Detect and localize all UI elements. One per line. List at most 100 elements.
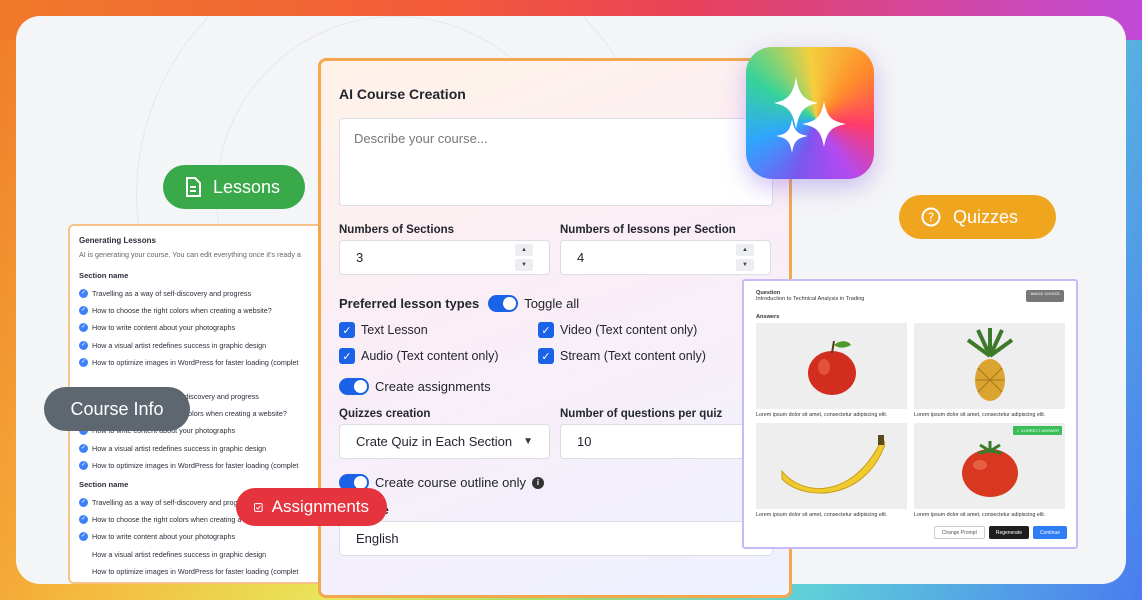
answer-option[interactable]: Lorem ipsum dolor sit amet, consectetur … xyxy=(756,323,907,418)
lesson-item[interactable]: ✓ How to optimize images in WordPress for… xyxy=(79,457,328,474)
question-circle-icon: ? xyxy=(921,207,941,227)
stepper[interactable]: ▲ ▼ xyxy=(736,244,754,271)
lesson-item[interactable]: ✓ Travelling as a way of self-discovery a… xyxy=(79,285,328,302)
outline-only-label: Create course outline only xyxy=(375,475,527,490)
pending-icon xyxy=(79,567,88,576)
questions-number-input[interactable]: 10 xyxy=(560,424,771,459)
lesson-item[interactable]: How to optimize images in WordPress for … xyxy=(79,563,328,580)
up-icon[interactable]: ▲ xyxy=(736,244,754,256)
sections-value: 3 xyxy=(356,250,364,265)
answer-option[interactable]: Lorem ipsum dolor sit amet, consectetur … xyxy=(756,423,907,518)
lesson-item[interactable]: ✓ How to choose the right colors when cre… xyxy=(79,302,328,319)
lesson-item[interactable]: ✓ How a visual artist redefines success i… xyxy=(79,337,328,354)
check-icon: ✓ xyxy=(79,460,88,470)
pending-icon xyxy=(79,550,88,559)
ai-course-creation-form: AI Course Creation Describe your course.… xyxy=(318,58,792,598)
create-assignments-label: Create assignments xyxy=(375,379,491,394)
checkbox-label: Text Lesson xyxy=(361,323,428,337)
quizzes-label: Quizzes creation xyxy=(339,408,431,420)
document-icon xyxy=(186,177,201,197)
chevron-down-icon: ▼ xyxy=(523,436,533,447)
check-icon: ✓ xyxy=(79,515,88,525)
quizzes-pill: ? Quizzes xyxy=(899,195,1056,239)
lesson-item[interactable]: ✓ How to write content about your photogr… xyxy=(79,319,328,336)
check-icon: ✓ xyxy=(79,532,88,542)
pill-label: Course Info xyxy=(70,398,164,419)
lesson-item[interactable]: ✓ How a visual artist redefines success i… xyxy=(79,440,328,457)
lesson-title: How to write content about your photogra… xyxy=(92,323,236,333)
check-icon: ✓ xyxy=(79,323,88,333)
correct-answer-badge: ✓ CORRECT ANSWER xyxy=(1013,426,1062,435)
check-icon: ✓ xyxy=(79,443,88,453)
answer-option[interactable]: Lorem ipsum dolor sit amet, consectetur … xyxy=(914,323,1065,418)
checkmark-icon: ✓ xyxy=(339,322,355,338)
continue-button[interactable]: Continue xyxy=(1032,526,1067,539)
check-icon: ✓ xyxy=(79,289,88,299)
panel-title: Generating Lessons xyxy=(79,236,156,245)
pill-label: Lessons xyxy=(213,176,281,197)
language-selected: English xyxy=(356,531,399,546)
lesson-item[interactable]: How a visual artist redefines success in… xyxy=(79,545,328,562)
question-text: Introduction to Technical Analysis in Tr… xyxy=(756,296,865,302)
quiz-preview-panel: Question Introduction to Technical Analy… xyxy=(742,279,1078,549)
panel-subtitle: AI is generating your course. You can ed… xyxy=(79,250,301,259)
change-prompt-button[interactable]: Change Prompt xyxy=(933,526,985,539)
info-icon[interactable]: i xyxy=(532,476,545,489)
lesson-item[interactable]: ✓ How to optimize images in WordPress for… xyxy=(79,354,328,371)
check-icon: ✓ xyxy=(79,306,88,316)
answer-caption: Lorem ipsum dolor sit amet, consectetur … xyxy=(756,512,888,518)
course-description-input[interactable]: Describe your course... xyxy=(339,118,773,206)
checkbox-label: Stream (Text content only) xyxy=(560,349,706,363)
stepper[interactable]: ▲ ▼ xyxy=(515,244,533,271)
check-icon: ✓ xyxy=(79,340,88,350)
tomato-image: ✓ CORRECT ANSWER xyxy=(914,423,1065,509)
lesson-item[interactable]: ✓ How to write content about your photogr… xyxy=(79,528,328,545)
ai-sparkle-icon xyxy=(746,47,874,179)
sections-label: Numbers of Sections xyxy=(339,224,455,236)
banana-image xyxy=(756,423,907,509)
text-lesson-checkbox[interactable]: ✓ Text Lesson xyxy=(339,322,538,338)
lesson-types-label: Preferred lesson types xyxy=(339,296,480,311)
language-select[interactable]: English xyxy=(339,521,773,556)
pill-label: Quizzes xyxy=(953,206,1019,227)
apple-image xyxy=(756,323,907,409)
check-icon: ✓ xyxy=(79,357,88,367)
lesson-title: How to optimize images in WordPress for … xyxy=(92,566,299,576)
answer-option[interactable]: ✓ CORRECT ANSWER Lorem ipsum dolor sit a… xyxy=(914,423,1065,518)
down-icon[interactable]: ▼ xyxy=(736,259,754,271)
answers-label: Answers xyxy=(756,314,780,320)
sections-number-input[interactable]: 3 ▲ ▼ xyxy=(339,240,550,275)
down-icon[interactable]: ▼ xyxy=(515,259,533,271)
create-assignments-switch[interactable] xyxy=(339,378,369,395)
lesson-title: How to write content about your photogra… xyxy=(92,532,236,542)
lessons-per-section-label: Numbers of lessons per Section xyxy=(560,224,736,236)
questions-per-quiz-label: Number of questions per quiz xyxy=(560,408,723,420)
lessons-number-input[interactable]: 4 ▲ ▼ xyxy=(560,240,771,275)
lesson-title: Travelling as a way of self-discovery an… xyxy=(92,289,252,299)
up-icon[interactable]: ▲ xyxy=(515,244,533,256)
lesson-title: How to optimize images in WordPress for … xyxy=(92,460,299,470)
form-title: AI Course Creation xyxy=(339,86,466,102)
questions-value: 10 xyxy=(577,434,592,449)
answer-caption: Lorem ipsum dolor sit amet, consectetur … xyxy=(914,412,1046,418)
lesson-title: How to optimize images in WordPress for … xyxy=(92,357,299,367)
lesson-title: Travelling as a way of self-discovery an… xyxy=(92,497,252,507)
checkbox-label: Video (Text content only) xyxy=(560,323,698,337)
assignments-pill: Assignments xyxy=(236,488,387,526)
answer-caption: Lorem ipsum dolor sit amet, consectetur … xyxy=(914,512,1046,518)
lesson-title: How a visual artist redefines success in… xyxy=(92,549,267,559)
language-label: age xyxy=(339,505,771,517)
check-icon: ✓ xyxy=(79,497,88,507)
regenerate-button[interactable]: Regenerate xyxy=(988,526,1029,539)
checkbox-label: Audio (Text content only) xyxy=(361,349,499,363)
svg-text:?: ? xyxy=(928,211,934,225)
checkmark-icon: ✓ xyxy=(538,322,554,338)
lesson-title: How to choose the right colors when crea… xyxy=(92,306,272,316)
checkmark-icon: ✓ xyxy=(538,348,554,364)
audio-checkbox[interactable]: ✓ Audio (Text content only) xyxy=(339,348,538,364)
lessons-pill: Lessons xyxy=(163,165,305,209)
toggle-all-switch[interactable] xyxy=(488,295,519,312)
quizzes-select[interactable]: Crate Quiz in Each Section ▼ xyxy=(339,424,550,459)
pineapple-image xyxy=(914,323,1065,409)
section-name: Section name xyxy=(79,271,129,280)
